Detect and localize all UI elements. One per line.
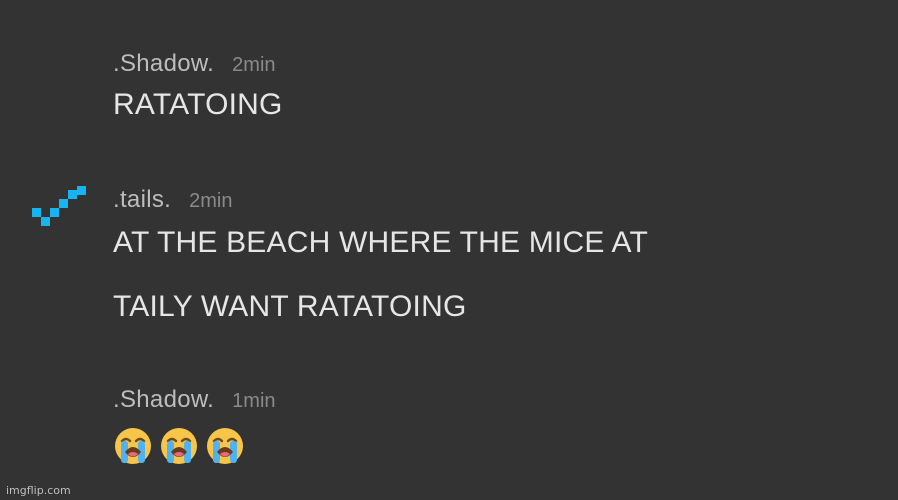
message-header: .tails. 2min xyxy=(113,184,232,216)
chat-log: .Shadow. 2min RATATOING .tails. 2min AT TH… xyxy=(0,0,898,500)
message-text: TAILY WANT RATATOING xyxy=(113,290,467,323)
message-text: RATATOING xyxy=(113,88,283,121)
username[interactable]: .Shadow. xyxy=(113,386,214,413)
username[interactable]: .tails. xyxy=(113,186,171,213)
loudly-crying-face-icon xyxy=(207,428,243,464)
message-header: .Shadow. 1min xyxy=(113,384,276,416)
message-header: .Shadow. 2min xyxy=(113,48,276,80)
avatar[interactable] xyxy=(32,186,94,232)
loudly-crying-face-icon xyxy=(161,428,197,464)
timestamp: 2min xyxy=(189,190,233,212)
message-text: AT THE BEACH WHERE THE MICE AT xyxy=(113,226,648,259)
watermark: imgflip.com xyxy=(6,484,71,497)
pixel-check-icon xyxy=(32,186,86,226)
timestamp: 1min xyxy=(232,390,276,412)
loudly-crying-face-icon xyxy=(115,428,151,464)
message-emojis xyxy=(113,426,245,466)
timestamp: 2min xyxy=(232,54,276,76)
username[interactable]: .Shadow. xyxy=(113,50,214,77)
